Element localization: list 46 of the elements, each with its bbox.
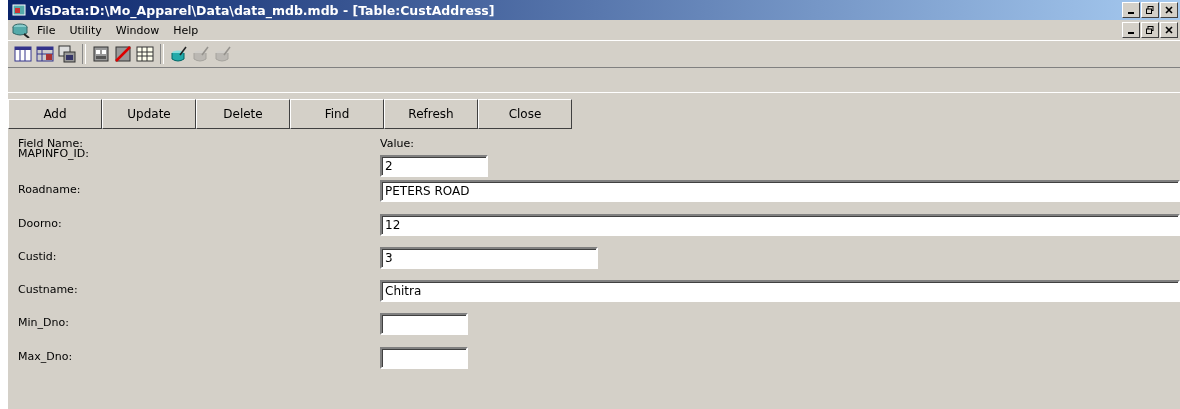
field-label: Roadname: (18, 182, 82, 197)
minimize-button[interactable] (1122, 2, 1140, 18)
value-field[interactable]: 3 (380, 246, 598, 269)
table-icon[interactable] (36, 45, 54, 63)
field-label: Max_Dno: (18, 348, 74, 363)
restore-icon (1146, 6, 1154, 14)
app-icon (12, 3, 26, 17)
action-button[interactable]: Update (102, 99, 196, 129)
grid-icon[interactable] (136, 45, 154, 63)
action-button[interactable]: Add (8, 99, 102, 129)
close-button[interactable] (1160, 22, 1178, 38)
field-name-header: Field Name: (18, 137, 84, 150)
crossed-form-icon[interactable] (114, 45, 132, 63)
action-button[interactable]: Find (290, 99, 384, 129)
menu-item[interactable]: Window (108, 23, 167, 37)
form-icon[interactable] (92, 45, 110, 63)
minimize-button[interactable] (1122, 22, 1140, 38)
value-field[interactable] (380, 346, 468, 369)
pot-icon[interactable] (170, 45, 188, 63)
value-field[interactable]: 12 (380, 213, 1180, 236)
field-label: Custid: (18, 248, 58, 263)
close-icon (1165, 6, 1173, 14)
windows-icon[interactable] (58, 45, 76, 63)
field-label: MAPINFO_ID: (18, 147, 91, 160)
close-icon (1165, 26, 1173, 34)
menu-item[interactable]: Utility (62, 23, 109, 37)
restore-button[interactable] (1141, 2, 1159, 18)
field-label: Min_Dno: (18, 315, 70, 330)
table-icon[interactable] (14, 45, 32, 63)
value-field[interactable]: Chitra (380, 280, 1180, 303)
field-label: Doorno: (18, 215, 63, 230)
action-button[interactable]: Delete (196, 99, 290, 129)
value-header: Value: (380, 137, 415, 150)
action-button[interactable]: Refresh (384, 99, 478, 129)
value-field[interactable]: PETERS ROAD (380, 180, 1180, 203)
menu-item[interactable]: File (30, 23, 63, 37)
action-button[interactable]: Close (478, 99, 572, 129)
value-field[interactable]: 2 (380, 155, 488, 177)
database-icon[interactable] (12, 22, 30, 38)
value-field[interactable] (380, 313, 468, 336)
menu-item[interactable]: Help (166, 23, 206, 37)
restore-icon (1146, 26, 1154, 34)
window-title: VisData:D:\Mo_Apparel\Data\data_mdb.mdb - [Table:CustAddress] (30, 2, 496, 18)
field-label: Custname: (18, 282, 79, 297)
restore-button[interactable] (1141, 22, 1159, 38)
close-button[interactable] (1160, 2, 1178, 18)
